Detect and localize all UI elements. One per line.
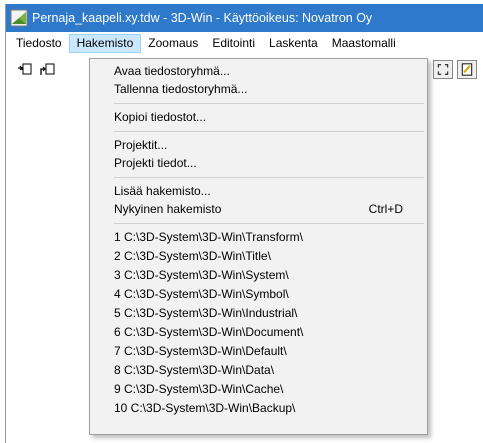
drawing-icon[interactable] (457, 60, 477, 79)
recent-directory-item[interactable]: 3 C:\3D-System\3D-Win\System\ (90, 266, 427, 284)
recent-directory-item[interactable]: 2 C:\3D-System\3D-Win\Title\ (90, 247, 427, 265)
menu-separator (114, 223, 424, 224)
recent-directory-item[interactable]: 8 C:\3D-System\3D-Win\Data\ (90, 361, 427, 379)
recent-directory-item[interactable]: 4 C:\3D-System\3D-Win\Symbol\ (90, 285, 427, 303)
menu-maastomalli[interactable]: Maastomalli (325, 34, 403, 53)
save-folder-icon[interactable] (39, 60, 57, 78)
recent-directory-item[interactable]: 5 C:\3D-System\3D-Win\Industrial\ (90, 304, 427, 322)
menu-current-directory[interactable]: Nykyinen hakemisto Ctrl+D (90, 200, 427, 218)
menu-project-info[interactable]: Projekti tiedot... (90, 154, 427, 172)
recent-directory-item[interactable]: 9 C:\3D-System\3D-Win\Cache\ (90, 380, 427, 398)
menu-separator (114, 131, 424, 132)
title-bar[interactable]: Pernaja_kaapeli.xy.tdw - 3D-Win - Käyttö… (6, 4, 483, 32)
menu-add-directory[interactable]: Lisää hakemisto... (90, 182, 427, 200)
menu-shortcut-ctrl-d: Ctrl+D (368, 202, 403, 216)
menu-tiedosto[interactable]: Tiedosto (6, 34, 69, 53)
menu-hakemisto[interactable]: Hakemisto (68, 33, 142, 53)
zoom-extents-icon[interactable] (433, 60, 453, 79)
menu-laskenta[interactable]: Laskenta (262, 34, 325, 53)
recent-directory-item[interactable]: 10 C:\3D-System\3D-Win\Backup\ (90, 399, 427, 417)
menu-open-file-group[interactable]: Avaa tiedostoryhmä... (90, 62, 427, 80)
menu-current-directory-label: Nykyinen hakemisto (114, 202, 222, 216)
menu-save-file-group[interactable]: Tallenna tiedostoryhmä... (90, 80, 427, 98)
3d-win-app-icon (10, 9, 28, 27)
window-title: Pernaja_kaapeli.xy.tdw - 3D-Win - Käyttö… (32, 11, 373, 25)
recent-directory-item[interactable]: 1 C:\3D-System\3D-Win\Transform\ (90, 228, 427, 246)
recent-directory-item[interactable]: 6 C:\3D-System\3D-Win\Document\ (90, 323, 427, 341)
menu-bar: Tiedosto Hakemisto Zoomaus Editointi Las… (6, 33, 483, 53)
hakemisto-dropdown-menu: Avaa tiedostoryhmä... Tallenna tiedostor… (89, 58, 428, 435)
menu-copy-files[interactable]: Kopioi tiedostot... (90, 108, 427, 126)
menu-projects[interactable]: Projektit... (90, 136, 427, 154)
menu-editointi[interactable]: Editointi (205, 34, 262, 53)
app-window: Pernaja_kaapeli.xy.tdw - 3D-Win - Käyttö… (5, 4, 483, 443)
open-folder-icon[interactable] (16, 60, 34, 78)
menu-zoomaus[interactable]: Zoomaus (141, 34, 205, 53)
recent-directory-item[interactable]: 7 C:\3D-System\3D-Win\Default\ (90, 342, 427, 360)
menu-separator (114, 103, 424, 104)
menu-separator (114, 177, 424, 178)
